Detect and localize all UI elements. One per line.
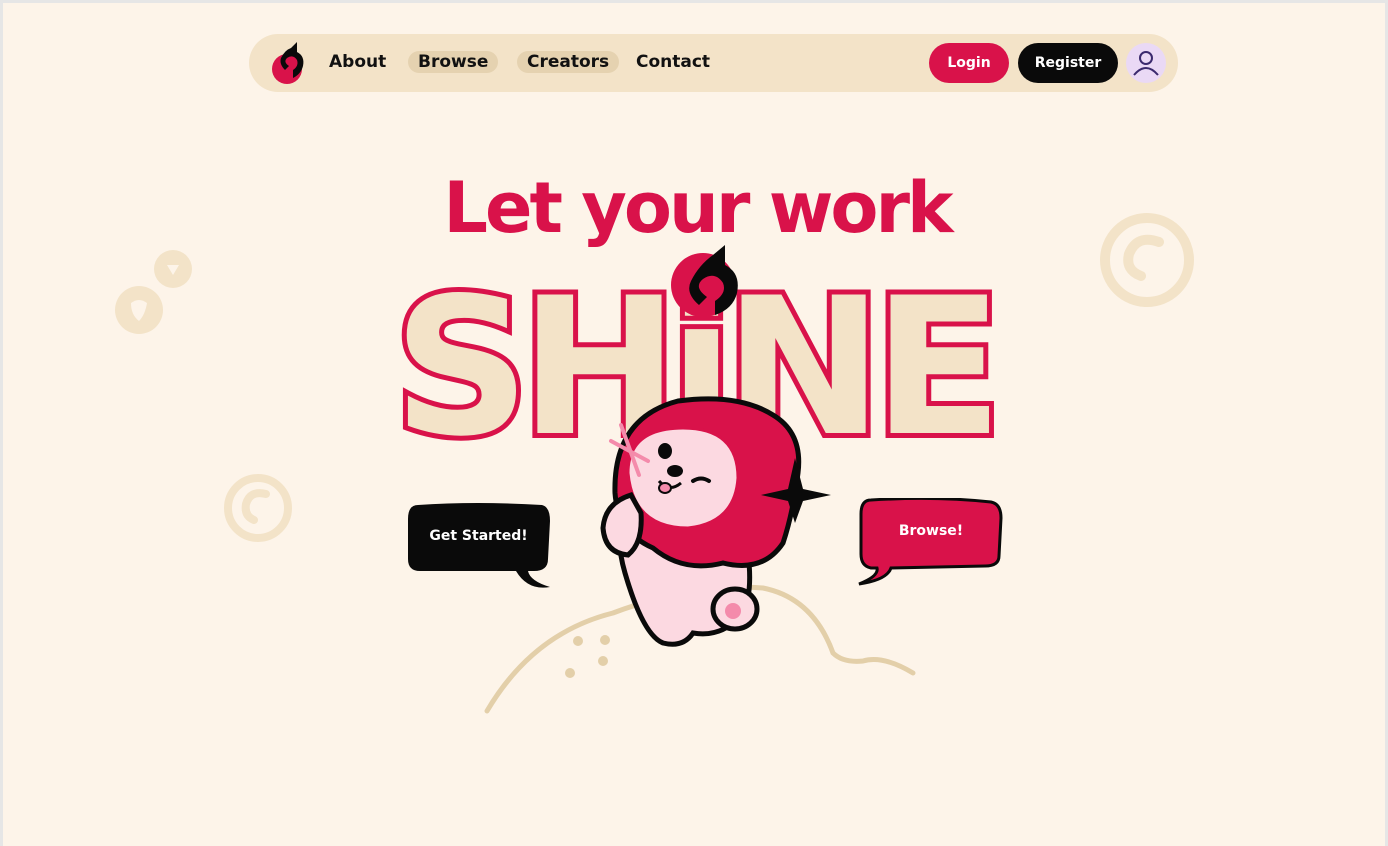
nav-creators[interactable]: Creators [517,51,620,73]
user-icon [1133,51,1159,76]
navbar: About Browse Creators Contact Login Regi… [249,34,1178,92]
browse-hero-label: Browse! [898,523,964,539]
decorative-coins [115,250,192,334]
get-started-label: Get Started! [429,528,528,544]
browse-hero-button[interactable] [855,498,1005,590]
nav-contact[interactable]: Contact [626,51,720,73]
register-button[interactable]: Register [1018,43,1118,83]
get-started-button[interactable] [406,501,556,593]
login-button[interactable]: Login [929,43,1009,83]
hero-illustration: SHiNE [388,245,1008,714]
nav-about[interactable]: About [319,51,396,73]
hero-headline: Let your work [443,167,953,249]
copyright-circle-icon [224,474,292,542]
user-avatar[interactable] [1126,43,1166,83]
logo-icon[interactable] [269,40,309,84]
nav-browse[interactable]: Browse [408,51,499,73]
logo-icon [671,245,738,317]
